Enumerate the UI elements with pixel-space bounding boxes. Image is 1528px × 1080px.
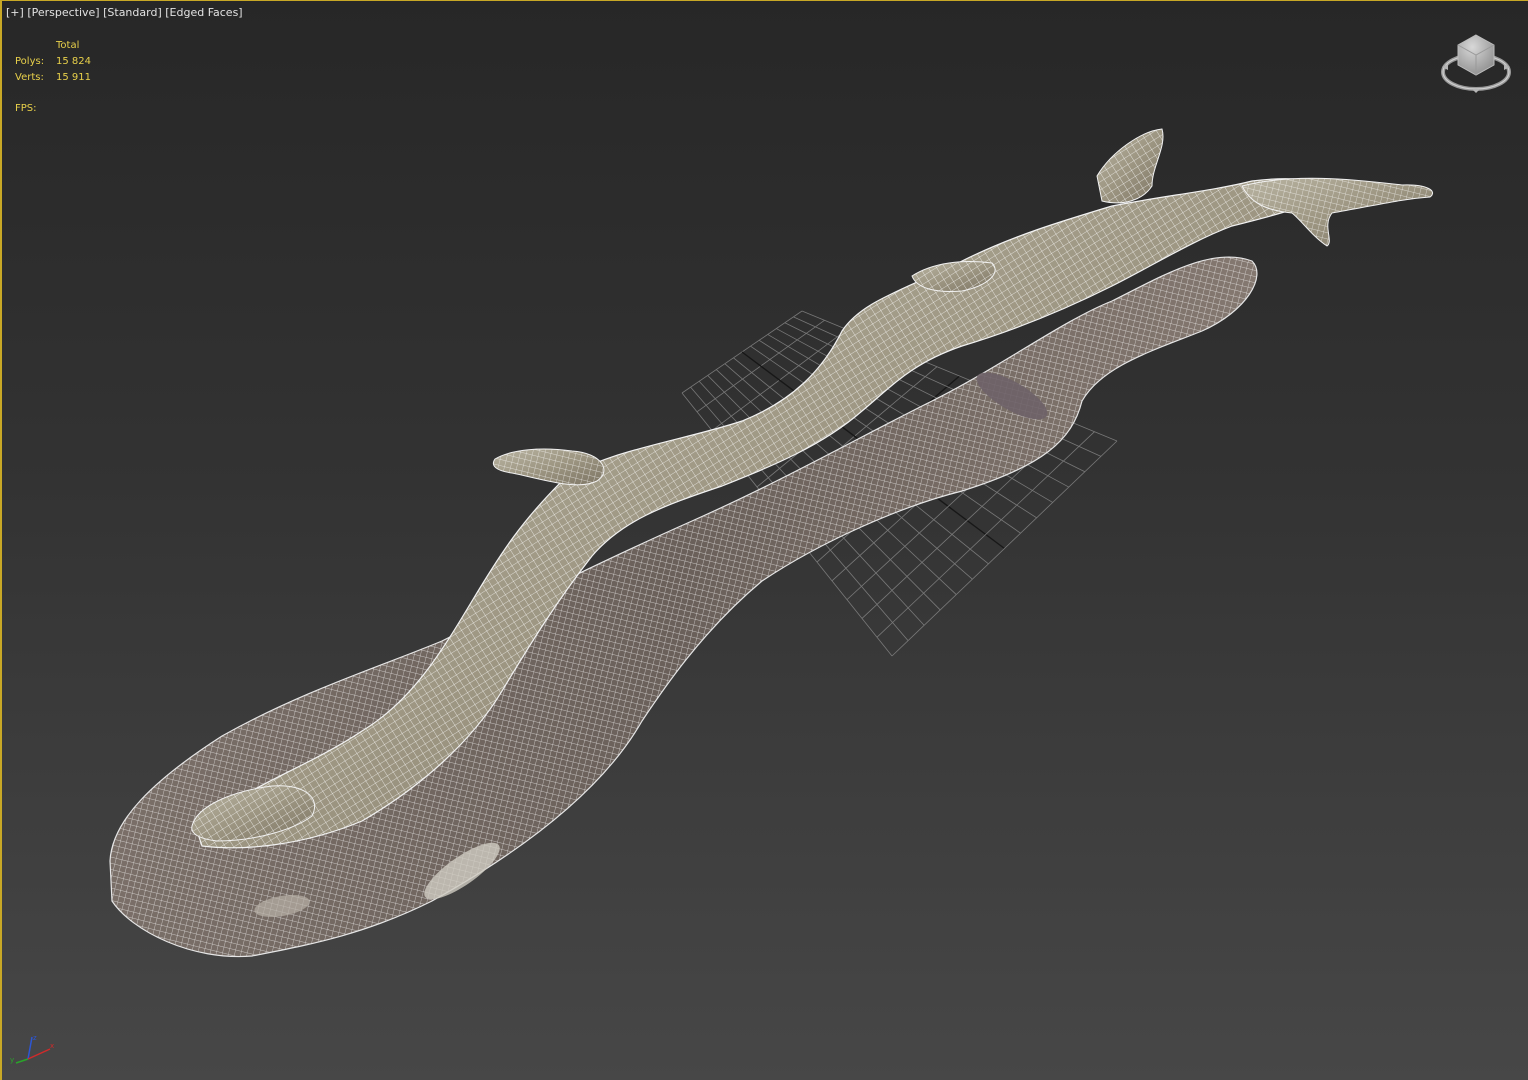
ground-mesh[interactable] bbox=[109, 256, 1258, 958]
viewcube-icon[interactable] bbox=[1438, 31, 1514, 101]
svg-text:x: x bbox=[50, 1042, 54, 1050]
perspective-viewport[interactable]: [+] [Perspective] [Standard] [Edged Face… bbox=[0, 0, 1528, 1080]
axis-tripod-icon: y z x bbox=[10, 1034, 54, 1064]
scene-canvas[interactable] bbox=[2, 1, 1528, 1080]
svg-text:y: y bbox=[10, 1056, 14, 1064]
svg-text:z: z bbox=[33, 1034, 37, 1042]
branch-left-mesh[interactable] bbox=[492, 448, 605, 486]
